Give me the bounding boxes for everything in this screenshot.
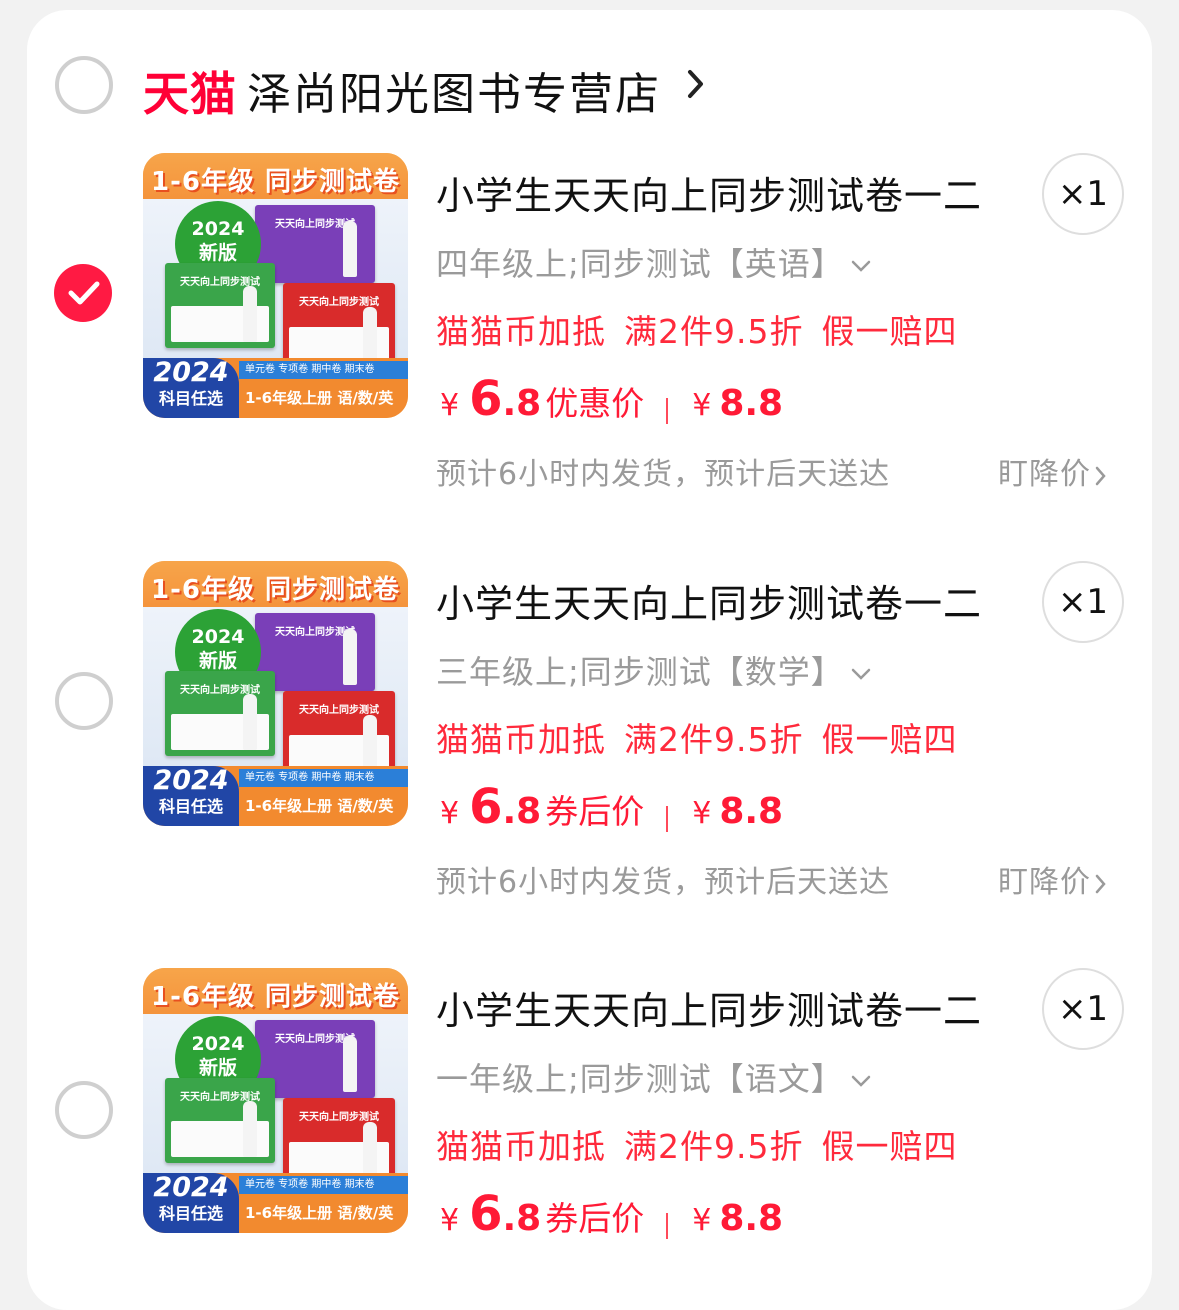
item-select-radio[interactable]: [55, 1081, 113, 1139]
book-cover-green: 天天向上同步测试: [165, 1078, 275, 1163]
book-cover-green: 天天向上同步测试: [165, 263, 275, 348]
promo-tag: 假一赔四: [821, 1127, 958, 1166]
cart-item: 1-6年级 同步测试卷 天天向上同步测试 2024 新版 天天向上同步测试 天天向…: [0, 561, 1179, 961]
promo-tags: 猫猫币加抵 满2件9.5折 假一赔四: [436, 713, 975, 761]
paper-types: 单元卷 专项卷 期中卷 期末卷: [239, 769, 408, 787]
promo-tags: 猫猫币加抵 满2件9.5折 假一赔四: [436, 305, 975, 353]
sku-label: 三年级上;同步测试【数学】: [436, 653, 844, 691]
sku-selector[interactable]: 三年级上;同步测试【数学】: [436, 647, 872, 693]
price-row: ¥6.8 优惠价 ¥8.8: [440, 371, 783, 431]
chevron-down-icon: [851, 260, 871, 272]
promo-tag: 满2件9.5折: [624, 312, 804, 351]
price-decimal: .8: [502, 383, 542, 424]
checkmark-icon: [68, 281, 100, 305]
divider: [666, 805, 669, 832]
book-cover-red: 天天向上同步测试: [283, 283, 395, 369]
chevron-down-icon: [851, 1075, 871, 1087]
image-banner: 1-6年级 同步测试卷: [143, 153, 408, 205]
currency-symbol: ¥: [692, 1203, 712, 1238]
tmall-logo: 天猫: [143, 67, 237, 121]
divider: [666, 1212, 669, 1239]
delivery-info: 预计6小时内发货，预计后天送达: [436, 457, 891, 492]
image-banner: 1-6年级 同步测试卷: [143, 561, 408, 613]
currency-symbol: ¥: [440, 388, 460, 423]
original-price: 8.8: [719, 1198, 784, 1239]
paper-types: 单元卷 专项卷 期中卷 期末卷: [239, 1176, 408, 1194]
currency-symbol: ¥: [692, 796, 712, 831]
promo-tag: 猫猫币加抵: [436, 312, 606, 351]
price-row: ¥6.8 券后价 ¥8.8: [440, 1186, 783, 1246]
price-integer: 6: [469, 371, 503, 427]
promo-tag: 猫猫币加抵: [436, 1127, 606, 1166]
chevron-right-icon: [1095, 466, 1106, 485]
promo-tag: 满2件9.5折: [624, 1127, 804, 1166]
original-price: 8.8: [719, 791, 784, 832]
divider: [666, 397, 669, 424]
paper-types: 单元卷 专项卷 期中卷 期末卷: [239, 361, 408, 379]
item-select-radio-checked[interactable]: [54, 264, 112, 322]
price-row: ¥6.8 券后价 ¥8.8: [440, 779, 783, 839]
original-price: 8.8: [719, 383, 784, 424]
sku-selector[interactable]: 一年级上;同步测试【语文】: [436, 1054, 872, 1100]
cart-item: 1-6年级 同步测试卷 天天向上同步测试 2024 新版 天天向上同步测试 天天向…: [0, 968, 1179, 1258]
book-cover-red: 天天向上同步测试: [283, 691, 395, 777]
promo-tag: 假一赔四: [821, 312, 958, 351]
grades-label: 1-6年级上册 语/数/英: [245, 389, 394, 407]
book-cover-red: 天天向上同步测试: [283, 1098, 395, 1184]
currency-symbol: ¥: [440, 1203, 460, 1238]
product-image[interactable]: 1-6年级 同步测试卷 天天向上同步测试 2024 新版 天天向上同步测试 天天向…: [143, 968, 408, 1233]
subject-badge: 2024 科目任选: [143, 358, 239, 418]
price-label: 优惠价: [545, 384, 645, 423]
product-title[interactable]: 小学生天天向上同步测试卷一二: [436, 573, 1026, 628]
shop-select-radio[interactable]: [55, 56, 113, 114]
watch-price-link[interactable]: 盯降价: [998, 857, 1107, 901]
price-label: 券后价: [545, 792, 645, 831]
shop-name-link[interactable]: 泽尚阳光图书专营店: [247, 58, 661, 122]
subject-badge: 2024 科目任选: [143, 766, 239, 826]
item-select-radio[interactable]: [55, 672, 113, 730]
delivery-info: 预计6小时内发货，预计后天送达: [436, 865, 891, 900]
product-image[interactable]: 1-6年级 同步测试卷 天天向上同步测试 2024 新版 天天向上同步测试 天天向…: [143, 561, 408, 826]
watch-price-label: 盯降价: [998, 457, 1091, 492]
promo-tag: 猫猫币加抵: [436, 720, 606, 759]
image-banner: 1-6年级 同步测试卷: [143, 968, 408, 1020]
price-integer: 6: [469, 1186, 503, 1242]
quantity-button[interactable]: ×1: [1042, 968, 1124, 1050]
book-cover-green: 天天向上同步测试: [165, 671, 275, 756]
cart-item: 1-6年级 同步测试卷 天天向上同步测试 2024 新版 天天向上同步测试 天天向…: [0, 153, 1179, 553]
product-title[interactable]: 小学生天天向上同步测试卷一二: [436, 980, 1026, 1035]
watch-price-link[interactable]: 盯降价: [998, 449, 1107, 493]
sku-label: 四年级上;同步测试【英语】: [436, 245, 844, 283]
sku-selector[interactable]: 四年级上;同步测试【英语】: [436, 239, 872, 285]
currency-symbol: ¥: [440, 796, 460, 831]
promo-tag: 满2件9.5折: [624, 720, 804, 759]
product-image[interactable]: 1-6年级 同步测试卷 天天向上同步测试 2024 新版 天天向上同步测试 天天向…: [143, 153, 408, 418]
currency-symbol: ¥: [692, 388, 712, 423]
price-integer: 6: [469, 779, 503, 835]
chevron-right-icon: [688, 70, 703, 98]
product-title[interactable]: 小学生天天向上同步测试卷一二: [436, 165, 1026, 220]
price-decimal: .8: [502, 791, 542, 832]
promo-tags: 猫猫币加抵 满2件9.5折 假一赔四: [436, 1120, 975, 1168]
grades-label: 1-6年级上册 语/数/英: [245, 1204, 394, 1222]
price-label: 券后价: [545, 1199, 645, 1238]
chevron-right-icon: [1095, 874, 1106, 893]
subject-badge: 2024 科目任选: [143, 1173, 239, 1233]
shop-header: 天猫 泽尚阳光图书专营店: [0, 0, 1179, 140]
sku-label: 一年级上;同步测试【语文】: [436, 1060, 844, 1098]
quantity-button[interactable]: ×1: [1042, 153, 1124, 235]
promo-tag: 假一赔四: [821, 720, 958, 759]
quantity-button[interactable]: ×1: [1042, 561, 1124, 643]
chevron-down-icon: [851, 668, 871, 680]
grades-label: 1-6年级上册 语/数/英: [245, 797, 394, 815]
price-decimal: .8: [502, 1198, 542, 1239]
watch-price-label: 盯降价: [998, 865, 1091, 900]
